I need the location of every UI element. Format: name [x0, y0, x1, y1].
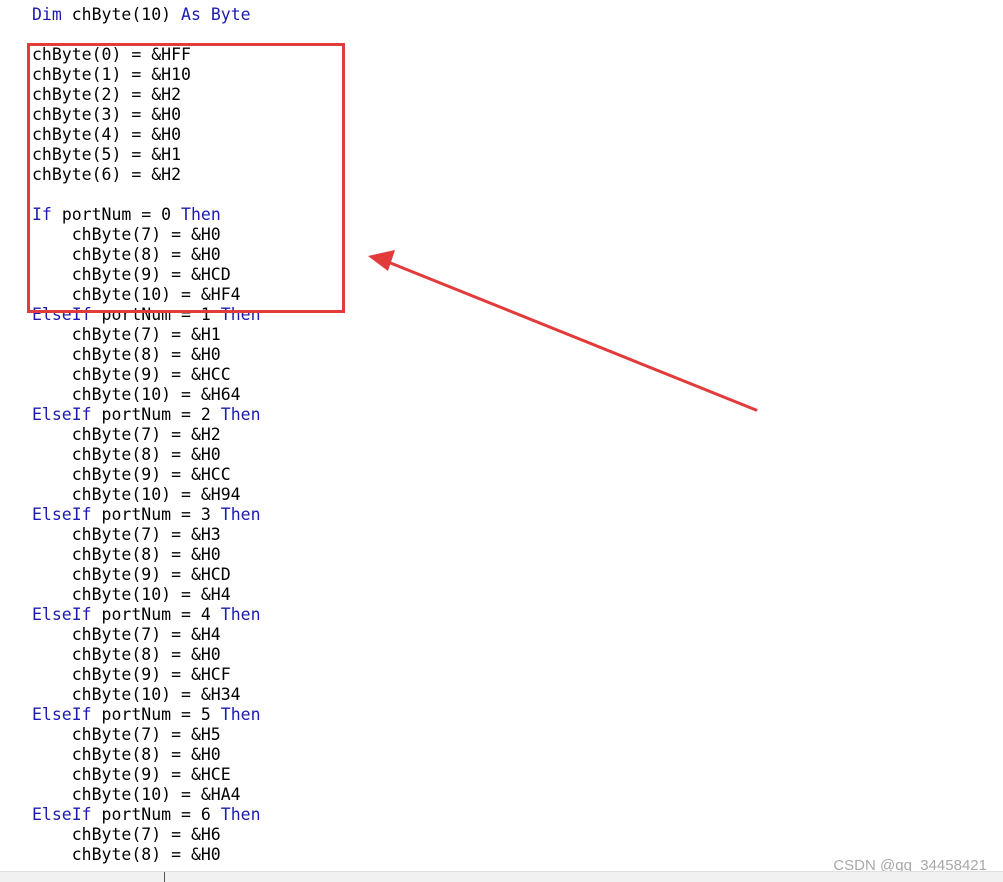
annotation-arrow	[368, 250, 758, 412]
code-editor[interactable]: Dim chByte(10) As Byte​chByte(0) = &HFFc…	[0, 0, 1003, 872]
scrollbar-marker[interactable]	[164, 872, 165, 882]
arrow-shaft	[386, 260, 758, 412]
horizontal-scrollbar[interactable]	[0, 871, 1003, 882]
arrow-head	[368, 250, 395, 271]
